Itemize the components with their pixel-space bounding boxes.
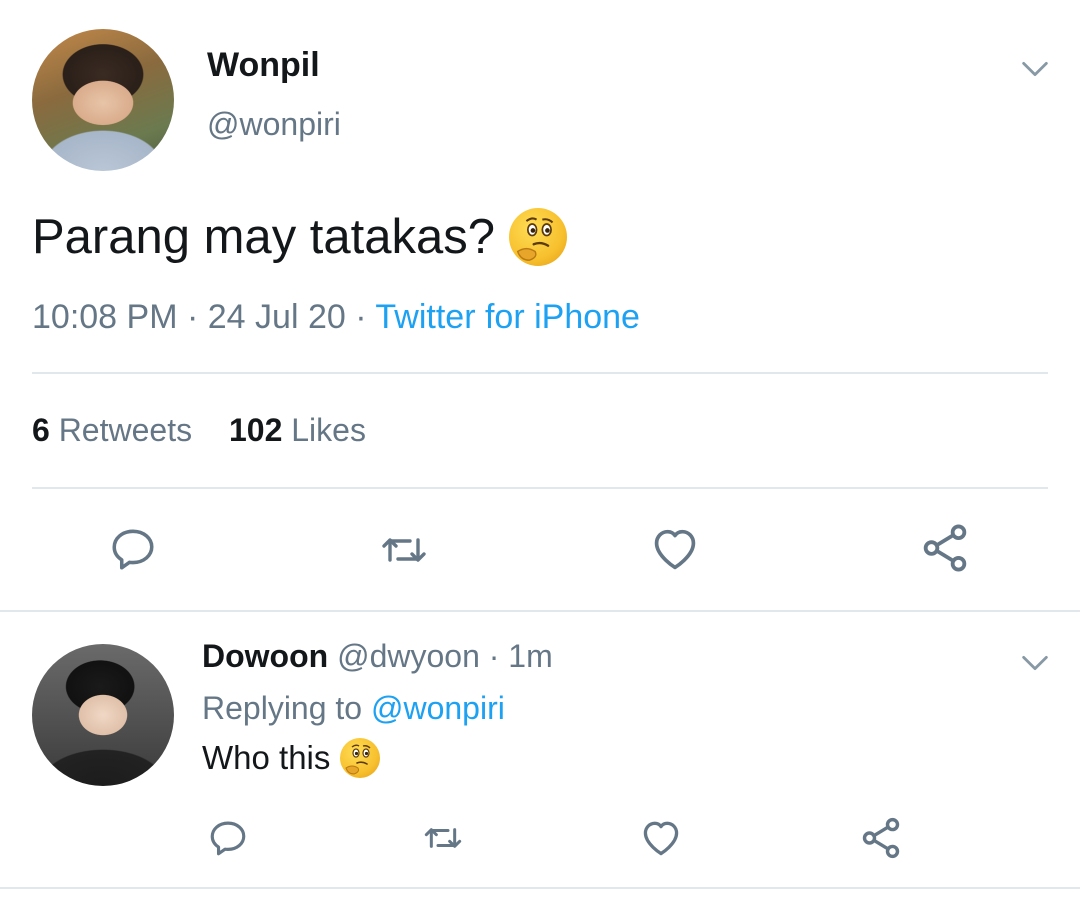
meta-separator: ·	[355, 298, 367, 336]
retweet-icon[interactable]	[374, 526, 434, 574]
divider	[32, 487, 1048, 489]
tweet-date: 24 Jul 20	[207, 298, 346, 336]
tweet-stats: 6 Retweets 102 Likes	[32, 412, 366, 449]
divider	[0, 887, 1080, 889]
tweet-meta: 10:08 PM · 24 Jul 20 · Twitter for iPhon…	[32, 298, 640, 337]
divider	[32, 372, 1048, 374]
reply-age: 1m	[508, 638, 553, 674]
likes-stat[interactable]: 102 Likes	[229, 412, 366, 448]
chevron-down-icon[interactable]	[1018, 52, 1052, 86]
thinking-face-icon	[340, 738, 381, 778]
retweets-stat[interactable]: 6 Retweets	[32, 412, 192, 448]
retweet-icon[interactable]	[418, 818, 468, 858]
like-heart-icon[interactable]	[638, 816, 684, 860]
tweet-time: 10:08 PM	[32, 298, 178, 336]
tweet-text: Parang may tatakas?	[32, 208, 568, 266]
reply-text-content: Who this	[202, 739, 331, 776]
author-name[interactable]: Wonpil	[207, 46, 320, 85]
replying-to-handle-link[interactable]: @wonpiri	[371, 690, 505, 726]
retweets-label: Retweets	[58, 412, 193, 448]
reply-author-name[interactable]: Dowoon	[202, 638, 328, 674]
divider	[0, 610, 1080, 612]
reply-icon[interactable]	[106, 524, 160, 574]
reply-header: Dowoon @dwyoon · 1m	[202, 638, 553, 675]
share-icon[interactable]	[918, 520, 972, 576]
thinking-face-icon	[509, 208, 568, 266]
likes-count: 102	[228, 412, 283, 448]
retweets-count: 6	[32, 412, 50, 448]
author-handle[interactable]: @wonpiri	[207, 106, 341, 143]
meta-separator: ·	[186, 298, 199, 336]
like-heart-icon[interactable]	[648, 523, 702, 575]
reply-icon[interactable]	[206, 817, 250, 859]
reply-text: Who this	[202, 738, 381, 778]
share-icon[interactable]	[858, 814, 904, 862]
replying-to: Replying to @wonpiri	[202, 690, 505, 727]
chevron-down-icon[interactable]	[1018, 646, 1052, 680]
tweet-source-link[interactable]: Twitter for iPhone	[375, 298, 640, 336]
replying-prefix: Replying to	[202, 690, 363, 726]
tweet-text-content: Parang may tatakas?	[32, 210, 496, 264]
avatar-wonpil[interactable]	[32, 29, 174, 171]
reply-author-handle[interactable]: @dwyoon	[337, 638, 480, 674]
meta-separator: ·	[488, 638, 500, 674]
avatar-dowoon[interactable]	[32, 644, 174, 786]
likes-label: Likes	[291, 412, 366, 448]
